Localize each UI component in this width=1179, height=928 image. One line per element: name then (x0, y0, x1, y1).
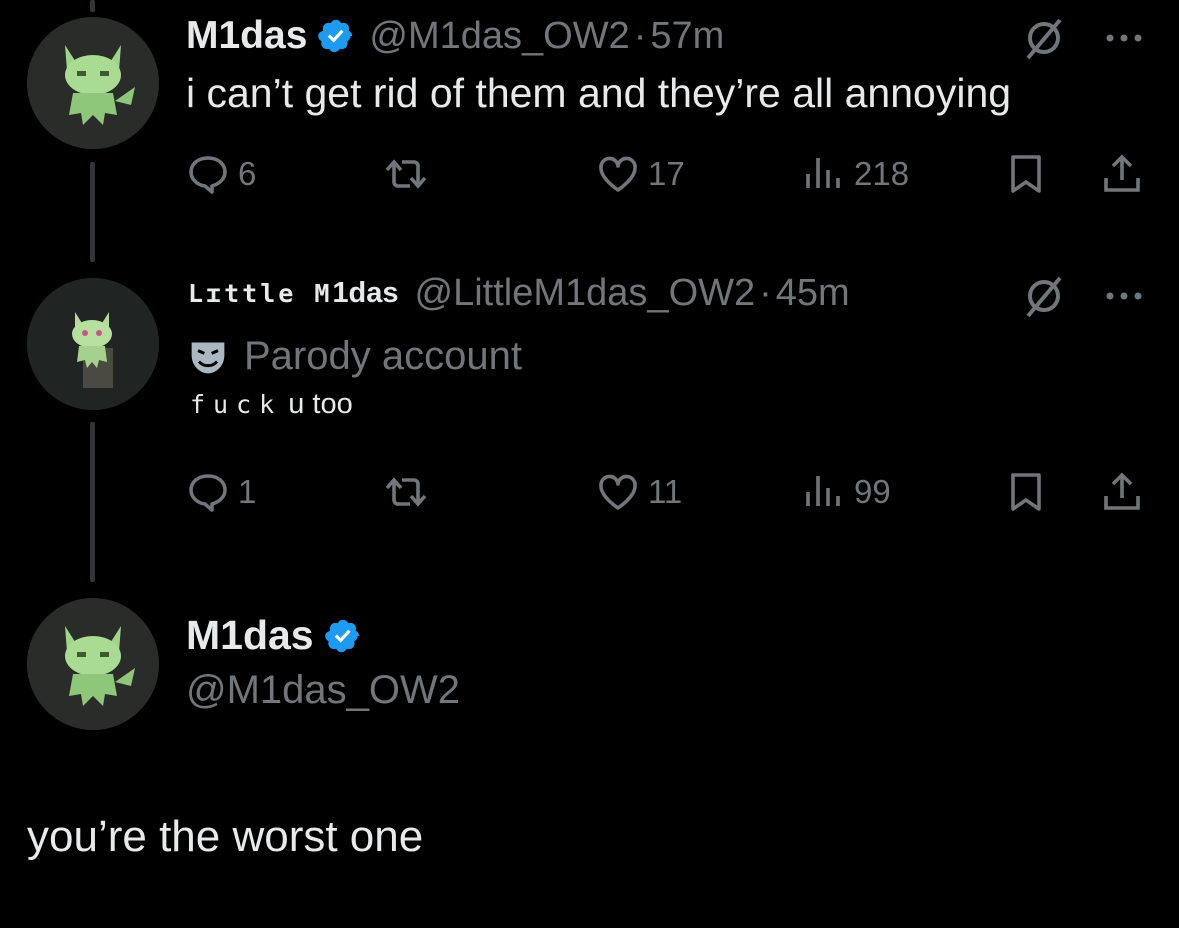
tweet-actions: 6 17 218 (186, 152, 1146, 202)
repost-icon (385, 159, 427, 189)
share-icon (1104, 154, 1140, 192)
bookmark-button[interactable] (1004, 152, 1056, 196)
share-button[interactable] (1100, 470, 1152, 514)
reply-icon (189, 156, 227, 194)
views-icon (806, 158, 840, 188)
display-name-bold: 1das (332, 277, 399, 309)
heart-icon (599, 156, 637, 192)
repost-button[interactable] (384, 470, 436, 514)
separator: · (759, 272, 772, 314)
reply-text[interactable]: you’re the worst one (27, 812, 423, 862)
avatar-image (27, 598, 159, 730)
avatar[interactable] (27, 17, 159, 149)
repost-icon (385, 477, 427, 507)
tweet-text: i can’t get rid of them and they’re all … (186, 70, 1012, 116)
repost-button[interactable] (384, 152, 436, 196)
more-options-icon[interactable] (1102, 16, 1146, 60)
display-name[interactable]: M1das (186, 612, 314, 659)
tweet-text: fuck u too (190, 388, 353, 421)
timestamp[interactable]: 45m (776, 272, 850, 315)
reply-button[interactable]: 1 (186, 470, 256, 514)
thread-line (90, 422, 95, 582)
reply-author: M1das (186, 612, 376, 659)
display-name[interactable]: M1das (186, 14, 307, 58)
parody-label: Parody account (244, 334, 522, 378)
handle[interactable]: @M1das_OW2 (369, 15, 629, 58)
tweet-top-icons (1022, 16, 1146, 60)
thread-line (90, 162, 95, 262)
thread-line (90, 0, 95, 12)
bookmark-button[interactable] (1004, 470, 1056, 514)
reply-count: 6 (238, 155, 257, 192)
views-button[interactable]: 99 (802, 470, 891, 514)
view-count: 99 (854, 473, 891, 510)
views-button[interactable]: 218 (802, 152, 909, 196)
tweet-actions: 1 11 99 (186, 470, 1146, 520)
reply-icon (189, 474, 227, 512)
like-button[interactable]: 17 (596, 152, 685, 196)
views-icon (806, 476, 840, 506)
tweet-text-stylized: fuck (190, 390, 283, 419)
timestamp[interactable]: 57m (650, 15, 724, 58)
tweet-header: M1das @M1das_OW2 · 57m (186, 14, 724, 58)
more-options-icon[interactable] (1102, 274, 1146, 318)
theater-mask-icon (191, 341, 225, 373)
avatar[interactable] (27, 598, 159, 730)
avatar[interactable] (27, 278, 159, 410)
view-count: 218 (854, 155, 910, 192)
reply-count: 1 (238, 473, 257, 510)
share-button[interactable] (1100, 152, 1152, 196)
like-count: 11 (648, 473, 683, 510)
parody-label-row: Parody account (188, 334, 522, 379)
tweet-top-icons (1022, 274, 1146, 318)
bookmark-icon (1011, 473, 1041, 511)
reply-button[interactable]: 6 (186, 152, 256, 196)
grok-icon[interactable] (1022, 16, 1066, 60)
display-name[interactable]: Lɪttle M1das (188, 277, 399, 310)
tweet-text-plain: u too (288, 388, 353, 420)
like-count: 17 (648, 155, 685, 192)
share-icon (1104, 472, 1140, 510)
avatar-image (27, 17, 159, 149)
like-button[interactable]: 11 (596, 470, 682, 514)
separator: · (633, 14, 647, 57)
verified-badge-icon[interactable] (324, 617, 362, 655)
bookmark-icon (1011, 155, 1041, 193)
heart-icon (599, 474, 637, 510)
verified-badge-icon[interactable] (317, 17, 355, 55)
display-name-stylized: Lɪttle M (188, 279, 333, 308)
handle[interactable]: @M1das_OW2 (186, 668, 460, 713)
grok-icon[interactable] (1022, 274, 1066, 318)
avatar-image (27, 278, 159, 410)
tweet-header: Lɪttle M1das @LittleM1das_OW2 · 45m (188, 272, 850, 315)
handle[interactable]: @LittleM1das_OW2 (415, 272, 756, 315)
